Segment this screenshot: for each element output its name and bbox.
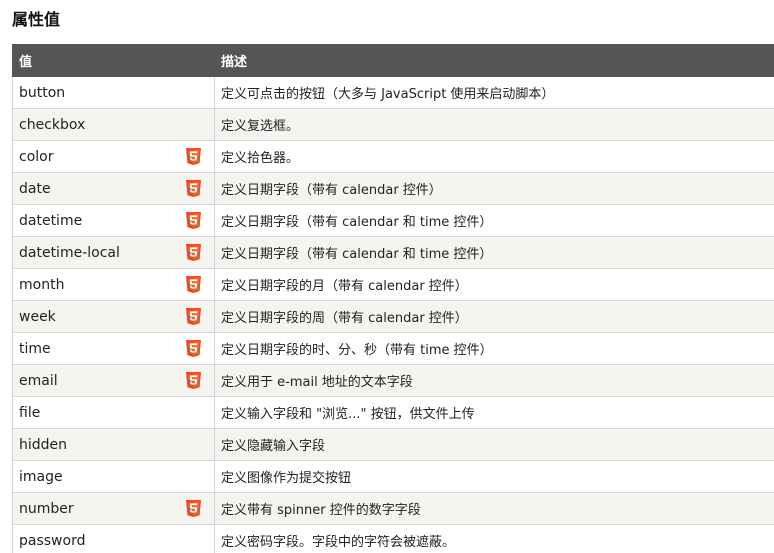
description-cell: 定义输入字段和 "浏览..." 按钮，供文件上传 bbox=[214, 396, 774, 429]
table-row: number 定义带有 spinner 控件的数字字段 bbox=[12, 492, 774, 525]
value-cell: checkbox bbox=[12, 108, 215, 141]
table-body: button 定义可点击的按钮（大多与 JavaScript 使用来启动脚本） ch… bbox=[12, 76, 774, 553]
value-cell: button bbox=[12, 76, 215, 109]
description-cell: 定义日期字段（带有 calendar 和 time 控件） bbox=[214, 236, 774, 269]
table-row: time 定义日期字段的时、分、秒（带有 time 控件） bbox=[12, 332, 774, 365]
description-cell: 定义日期字段（带有 calendar 和 time 控件） bbox=[214, 204, 774, 237]
value-cell: file bbox=[12, 396, 215, 429]
table-row: file 定义输入字段和 "浏览..." 按钮，供文件上传 bbox=[12, 396, 774, 429]
value-text: hidden bbox=[19, 436, 68, 453]
value-text: email bbox=[19, 372, 58, 389]
value-text: button bbox=[19, 84, 66, 101]
value-text: time bbox=[19, 340, 51, 357]
value-text: month bbox=[19, 276, 65, 293]
value-cell: image bbox=[12, 460, 215, 493]
html5-icon bbox=[186, 500, 201, 517]
description-cell: 定义复选框。 bbox=[214, 108, 774, 141]
attribute-values-table: 值 描述 button 定义可点击的按钮（大多与 JavaScript 使用来启动… bbox=[12, 44, 774, 553]
html5-icon bbox=[186, 148, 201, 165]
description-cell: 定义图像作为提交按钮 bbox=[214, 460, 774, 493]
description-cell: 定义日期字段的周（带有 calendar 控件） bbox=[214, 300, 774, 333]
value-text: date bbox=[19, 180, 51, 197]
description-cell: 定义密码字段。字段中的字符会被遮蔽。 bbox=[214, 524, 774, 553]
html5-icon bbox=[186, 244, 201, 261]
value-cell: week bbox=[12, 300, 215, 333]
value-text: number bbox=[19, 500, 74, 517]
table-row: date 定义日期字段（带有 calendar 控件） bbox=[12, 172, 774, 205]
value-cell: email bbox=[12, 364, 215, 397]
description-cell: 定义拾色器。 bbox=[214, 140, 774, 173]
value-cell: hidden bbox=[12, 428, 215, 461]
html5-icon bbox=[186, 180, 201, 197]
table-row: datetime-local 定义日期字段（带有 calendar 和 time… bbox=[12, 236, 774, 269]
description-cell: 定义可点击的按钮（大多与 JavaScript 使用来启动脚本） bbox=[214, 76, 774, 109]
html5-icon bbox=[186, 212, 201, 229]
table-row: password 定义密码字段。字段中的字符会被遮蔽。 bbox=[12, 524, 774, 553]
description-cell: 定义日期字段（带有 calendar 控件） bbox=[214, 172, 774, 205]
description-cell: 定义带有 spinner 控件的数字字段 bbox=[214, 492, 774, 525]
header-value: 值 bbox=[12, 44, 215, 77]
html5-icon bbox=[186, 340, 201, 357]
table-header-row: 值 描述 bbox=[12, 44, 774, 77]
page: 属性值 值 描述 button 定义可点击的按钮（大多与 JavaScript 使… bbox=[0, 0, 774, 553]
value-cell: color bbox=[12, 140, 215, 173]
value-text: password bbox=[19, 532, 86, 549]
value-text: datetime bbox=[19, 212, 83, 229]
table-row: week 定义日期字段的周（带有 calendar 控件） bbox=[12, 300, 774, 333]
table-row: email 定义用于 e-mail 地址的文本字段 bbox=[12, 364, 774, 397]
description-cell: 定义日期字段的月（带有 calendar 控件） bbox=[214, 268, 774, 301]
header-description: 描述 bbox=[214, 44, 774, 77]
table-row: button 定义可点击的按钮（大多与 JavaScript 使用来启动脚本） bbox=[12, 76, 774, 109]
value-cell: time bbox=[12, 332, 215, 365]
description-cell: 定义用于 e-mail 地址的文本字段 bbox=[214, 364, 774, 397]
value-text: color bbox=[19, 148, 54, 165]
table-row: hidden 定义隐藏输入字段 bbox=[12, 428, 774, 461]
value-cell: datetime-local bbox=[12, 236, 215, 269]
value-text: week bbox=[19, 308, 56, 325]
table-row: datetime 定义日期字段（带有 calendar 和 time 控件） bbox=[12, 204, 774, 237]
value-text: checkbox bbox=[19, 116, 86, 133]
table-row: checkbox 定义复选框。 bbox=[12, 108, 774, 141]
value-cell: number bbox=[12, 492, 215, 525]
value-text: file bbox=[19, 404, 41, 421]
value-text: image bbox=[19, 468, 63, 485]
value-cell: password bbox=[12, 524, 215, 553]
table-row: color 定义拾色器。 bbox=[12, 140, 774, 173]
html5-icon bbox=[186, 372, 201, 389]
html5-icon bbox=[186, 308, 201, 325]
value-cell: date bbox=[12, 172, 215, 205]
value-cell: month bbox=[12, 268, 215, 301]
html5-icon bbox=[186, 276, 201, 293]
section-heading: 属性值 bbox=[12, 10, 61, 29]
table-row: image 定义图像作为提交按钮 bbox=[12, 460, 774, 493]
description-cell: 定义日期字段的时、分、秒（带有 time 控件） bbox=[214, 332, 774, 365]
value-cell: datetime bbox=[12, 204, 215, 237]
value-text: datetime-local bbox=[19, 244, 120, 261]
table-row: month 定义日期字段的月（带有 calendar 控件） bbox=[12, 268, 774, 301]
description-cell: 定义隐藏输入字段 bbox=[214, 428, 774, 461]
